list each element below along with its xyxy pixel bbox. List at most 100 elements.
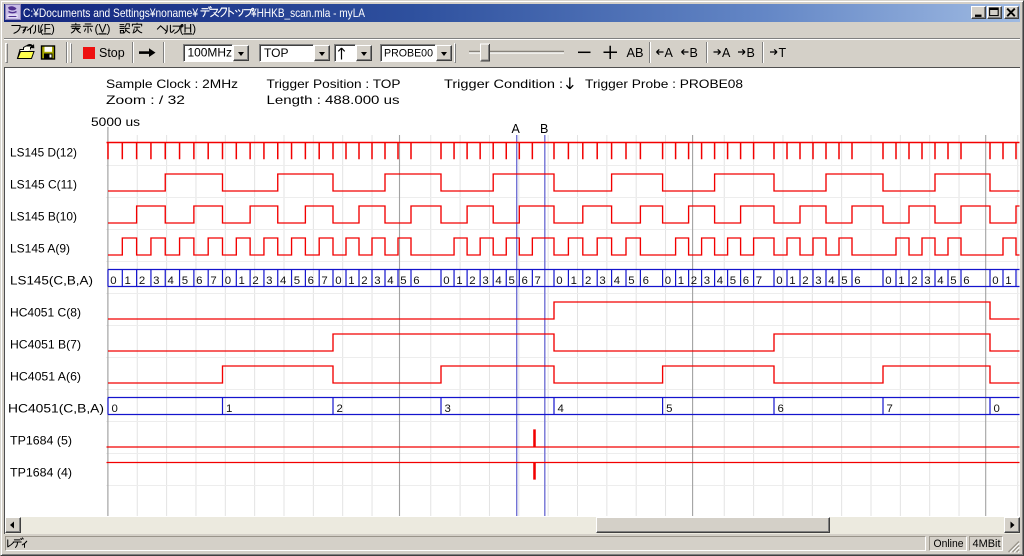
svg-text:2: 2 xyxy=(585,275,591,287)
svg-text:6: 6 xyxy=(963,275,969,287)
svg-text:3: 3 xyxy=(374,275,380,287)
svg-text:Stop: Stop xyxy=(99,46,125,60)
svg-text:3: 3 xyxy=(482,275,488,287)
svg-text:5: 5 xyxy=(182,275,188,287)
svg-text:3: 3 xyxy=(924,275,930,287)
svg-text:1: 1 xyxy=(456,275,462,287)
svg-text:0: 0 xyxy=(776,275,782,287)
svg-text:1: 1 xyxy=(571,275,577,287)
svg-text:4: 4 xyxy=(387,275,393,287)
svg-text:LS145(C,B,A): LS145(C,B,A) xyxy=(10,274,93,288)
svg-text:Trigger Condition :: Trigger Condition : xyxy=(444,77,563,91)
svg-text:5: 5 xyxy=(730,275,736,287)
svg-text:2: 2 xyxy=(691,275,697,287)
svg-text:5: 5 xyxy=(508,275,514,287)
svg-text:4MBit: 4MBit xyxy=(973,538,1001,550)
svg-text:TOP: TOP xyxy=(264,46,288,60)
svg-text:(V): (V) xyxy=(95,21,111,35)
svg-text:4: 4 xyxy=(937,275,943,287)
svg-text:2: 2 xyxy=(337,403,343,415)
svg-text:7: 7 xyxy=(756,275,762,287)
svg-text:4: 4 xyxy=(558,403,564,415)
svg-text:6: 6 xyxy=(522,275,528,287)
svg-text:2: 2 xyxy=(469,275,475,287)
svg-text:HC4051 C(8): HC4051 C(8) xyxy=(10,306,81,320)
svg-text:3: 3 xyxy=(153,275,159,287)
svg-text:0: 0 xyxy=(992,275,998,287)
svg-text:2: 2 xyxy=(911,275,917,287)
svg-text:5: 5 xyxy=(950,275,956,287)
svg-text:0: 0 xyxy=(885,275,891,287)
svg-text:TP1684 (5): TP1684 (5) xyxy=(10,434,72,448)
svg-text:2: 2 xyxy=(802,275,808,287)
svg-text:TP1684 (4): TP1684 (4) xyxy=(10,466,72,480)
svg-text:LS145 D(12): LS145 D(12) xyxy=(10,146,77,160)
svg-text:5: 5 xyxy=(666,403,672,415)
svg-text:LS145 C(11): LS145 C(11) xyxy=(10,178,77,192)
svg-text:0: 0 xyxy=(556,275,562,287)
svg-text:2: 2 xyxy=(361,275,367,287)
svg-text:B: B xyxy=(540,122,548,136)
svg-text:Trigger Probe : PROBE08: Trigger Probe : PROBE08 xyxy=(585,77,743,91)
svg-text:4: 4 xyxy=(828,275,834,287)
svg-text:B: B xyxy=(690,46,698,60)
svg-text:Length : 488.000 us: Length : 488.000 us xyxy=(267,93,400,107)
svg-text:Online: Online xyxy=(934,538,964,550)
svg-text:6: 6 xyxy=(643,275,649,287)
svg-text:LS145 A(9): LS145 A(9) xyxy=(10,242,70,256)
svg-text:100MHz: 100MHz xyxy=(188,46,233,60)
svg-text:LS145 B(10): LS145 B(10) xyxy=(10,210,77,224)
svg-text:A: A xyxy=(722,46,731,60)
svg-text:2: 2 xyxy=(139,275,145,287)
svg-text:6: 6 xyxy=(778,403,784,415)
svg-text:1: 1 xyxy=(125,275,131,287)
svg-text:(F): (F) xyxy=(40,21,55,35)
svg-text:3: 3 xyxy=(704,275,710,287)
svg-text:1: 1 xyxy=(678,275,684,287)
svg-text:0: 0 xyxy=(110,275,116,287)
svg-text:0: 0 xyxy=(994,403,1000,415)
svg-text:2: 2 xyxy=(252,275,258,287)
svg-text:6: 6 xyxy=(743,275,749,287)
svg-text:0: 0 xyxy=(225,275,231,287)
svg-text:5000 us: 5000 us xyxy=(91,115,140,129)
svg-text:3: 3 xyxy=(266,275,272,287)
svg-text:7: 7 xyxy=(321,275,327,287)
svg-text:A: A xyxy=(512,122,521,136)
svg-text:4: 4 xyxy=(495,275,501,287)
svg-text:1: 1 xyxy=(348,275,354,287)
svg-text:B: B xyxy=(747,46,755,60)
svg-text:Sample Clock : 2MHz: Sample Clock : 2MHz xyxy=(106,77,238,91)
svg-text:1: 1 xyxy=(239,275,245,287)
svg-text:7: 7 xyxy=(887,403,893,415)
svg-text:PROBE00: PROBE00 xyxy=(384,48,433,60)
svg-text:1: 1 xyxy=(898,275,904,287)
svg-text:5: 5 xyxy=(400,275,406,287)
svg-text:1: 1 xyxy=(1005,275,1011,287)
svg-text:3: 3 xyxy=(599,275,605,287)
svg-text:5: 5 xyxy=(841,275,847,287)
svg-text:1: 1 xyxy=(789,275,795,287)
svg-text:6: 6 xyxy=(854,275,860,287)
svg-text:6: 6 xyxy=(196,275,202,287)
svg-text:4: 4 xyxy=(280,275,286,287)
svg-text:6: 6 xyxy=(308,275,314,287)
svg-text:Trigger Position : TOP: Trigger Position : TOP xyxy=(267,77,401,91)
svg-text:6: 6 xyxy=(413,275,419,287)
svg-text:0: 0 xyxy=(335,275,341,287)
svg-text:Zoom : / 32: Zoom : / 32 xyxy=(106,93,185,107)
svg-text:HC4051 A(6): HC4051 A(6) xyxy=(10,370,81,384)
svg-text:7: 7 xyxy=(535,275,541,287)
svg-text:4: 4 xyxy=(167,275,173,287)
svg-text:3: 3 xyxy=(815,275,821,287)
svg-text:AB: AB xyxy=(627,46,644,60)
svg-text:HC4051(C,B,A): HC4051(C,B,A) xyxy=(8,402,104,416)
svg-text:0: 0 xyxy=(112,403,118,415)
svg-text:3: 3 xyxy=(445,403,451,415)
svg-text:T: T xyxy=(779,46,787,60)
svg-text:(H): (H) xyxy=(180,21,197,35)
svg-text:¥HHKB_scan.mla - myLA: ¥HHKB_scan.mla - myLA xyxy=(250,6,365,20)
svg-text:0: 0 xyxy=(443,275,449,287)
svg-text:1: 1 xyxy=(226,403,232,415)
svg-text:HC4051 B(7): HC4051 B(7) xyxy=(10,338,81,352)
